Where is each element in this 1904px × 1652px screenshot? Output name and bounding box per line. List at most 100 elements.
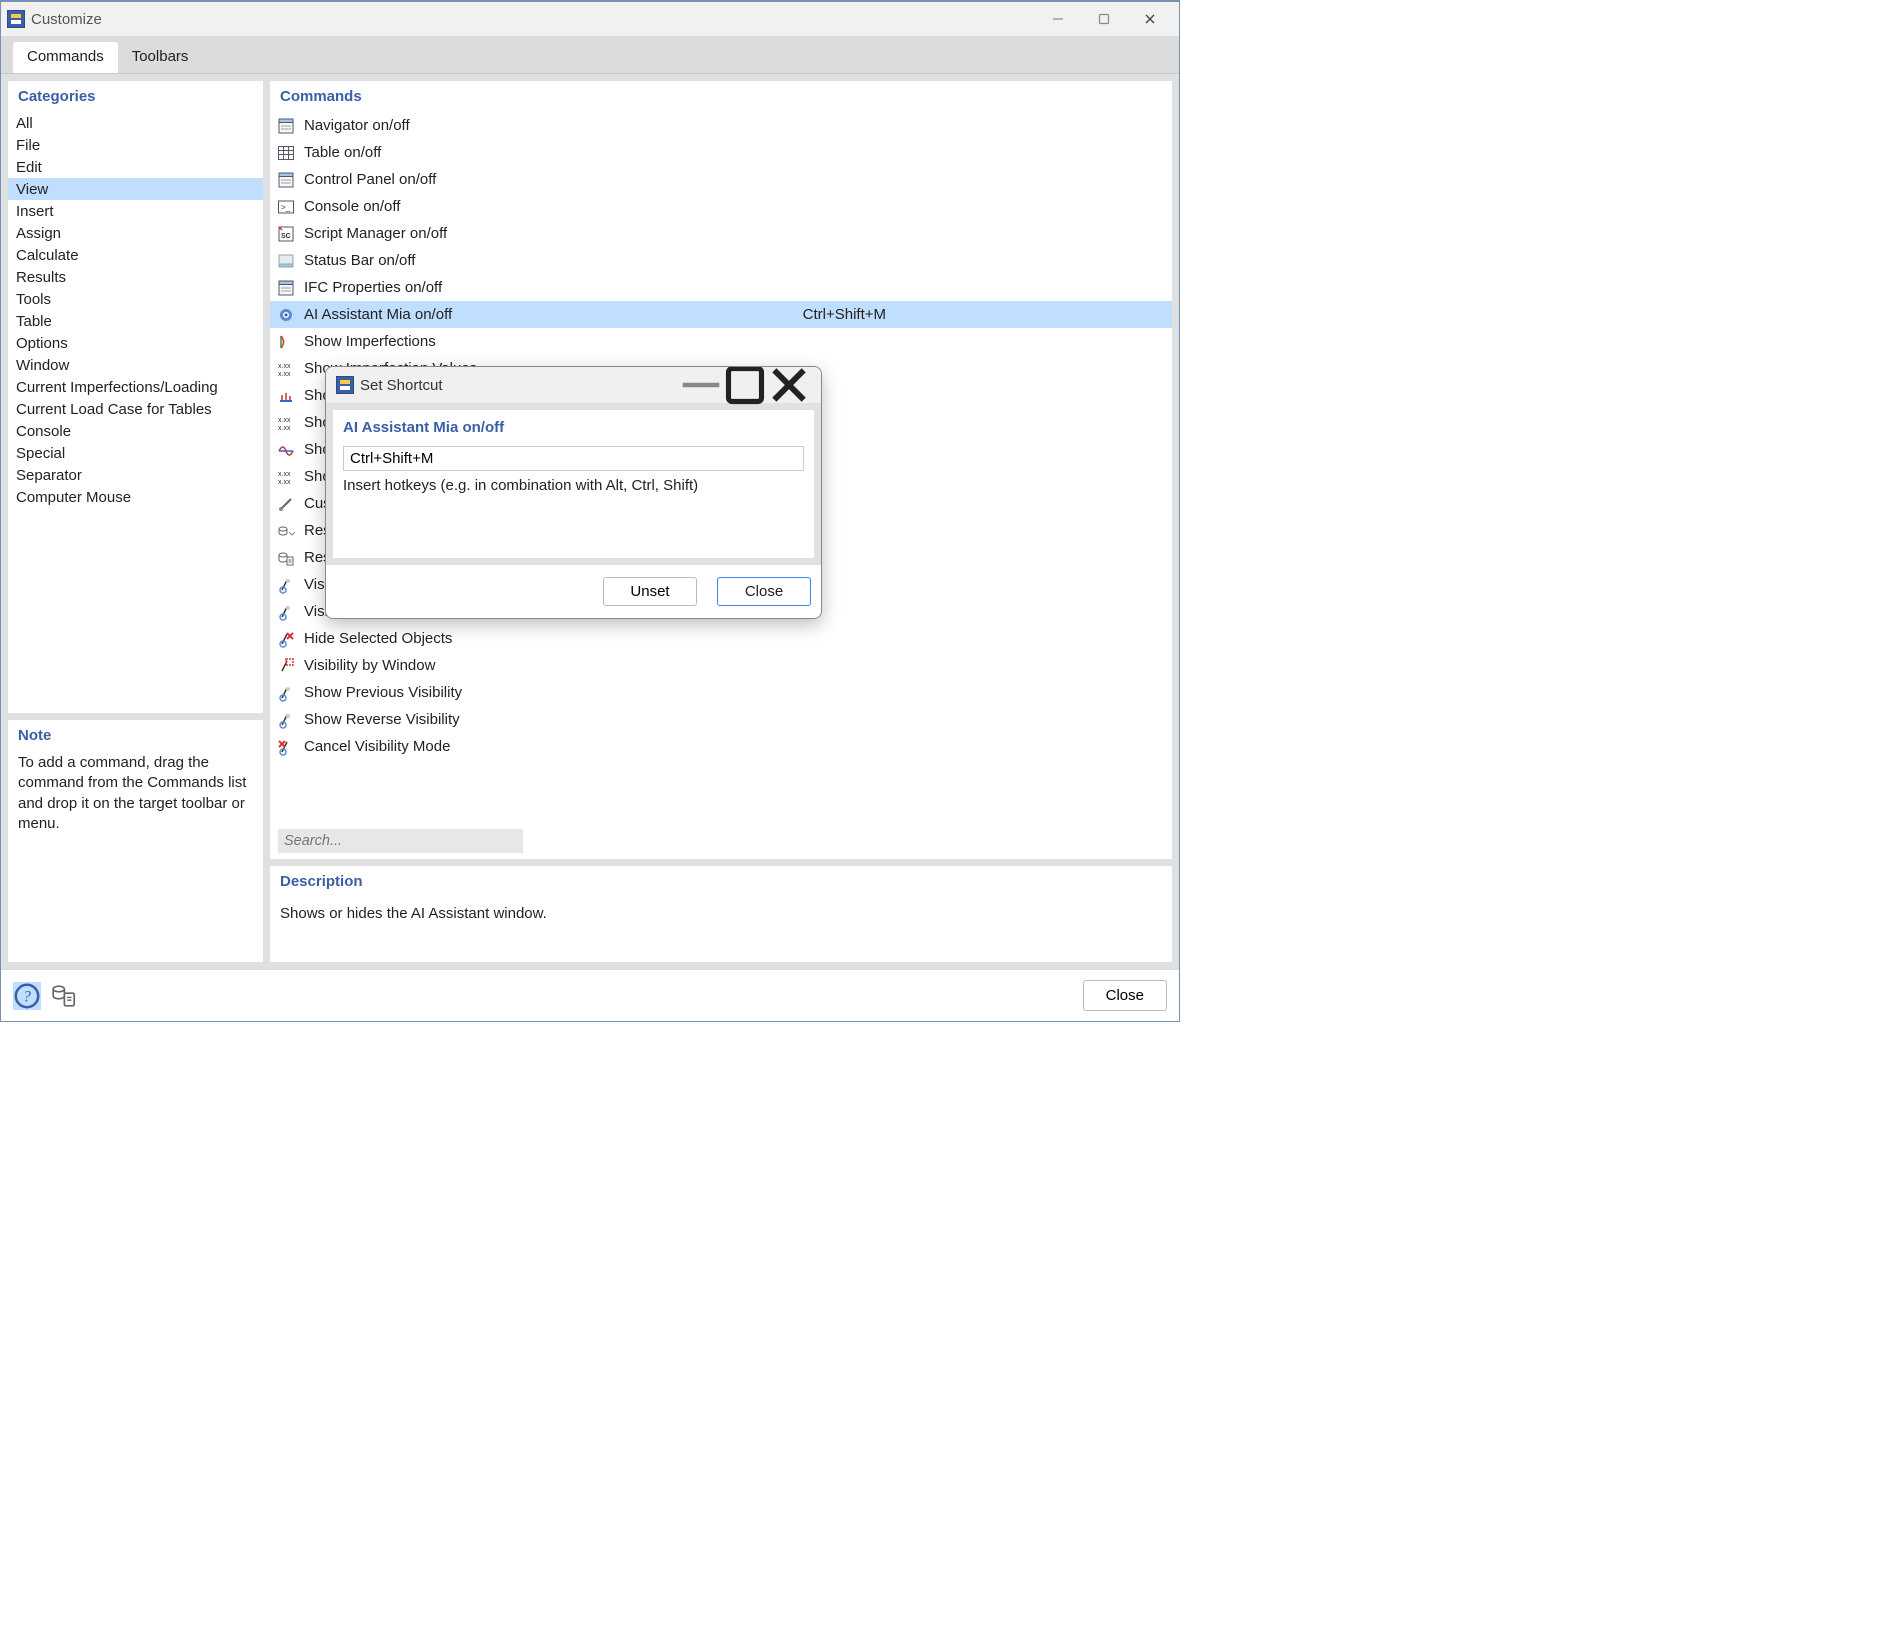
- reset-icon: [276, 521, 296, 541]
- commands-header: Commands: [270, 81, 1172, 112]
- category-item[interactable]: Special: [8, 442, 263, 464]
- category-item[interactable]: Current Imperfections/Loading: [8, 376, 263, 398]
- command-label: Cancel Visibility Mode: [304, 738, 1166, 755]
- svg-text:x.xx: x.xx: [278, 371, 291, 378]
- svg-text:x.xx: x.xx: [278, 479, 291, 486]
- hide-icon: [276, 629, 296, 649]
- command-row[interactable]: Table on/off: [270, 139, 1172, 166]
- panel-icon: [276, 170, 296, 190]
- command-row[interactable]: Show Reverse Visibility: [270, 706, 1172, 733]
- statusbar-icon: [276, 251, 296, 271]
- set-shortcut-dialog: Set Shortcut AI: [325, 366, 822, 619]
- shortcut-close-ok-button[interactable]: Close: [717, 577, 811, 606]
- results-icon: [276, 440, 296, 460]
- category-item[interactable]: Computer Mouse: [8, 486, 263, 508]
- command-row[interactable]: Hide Selected Objects: [270, 625, 1172, 652]
- restore-icon: [276, 548, 296, 568]
- category-list[interactable]: AllFileEditViewInsertAssignCalculateResu…: [8, 112, 263, 713]
- window-visibility-icon: [276, 656, 296, 676]
- description-text: Shows or hides the AI Assistant window.: [270, 897, 1172, 962]
- command-row[interactable]: Show Imperfections: [270, 328, 1172, 355]
- command-label: Script Manager on/off: [304, 225, 1166, 242]
- shortcut-maximize-button[interactable]: [723, 370, 767, 400]
- category-item[interactable]: File: [8, 134, 263, 156]
- panel-icon: [276, 278, 296, 298]
- visibility-icon: [276, 683, 296, 703]
- command-label: AI Assistant Mia on/off: [304, 306, 795, 323]
- window-title: Customize: [31, 11, 102, 28]
- category-item[interactable]: Tools: [8, 288, 263, 310]
- category-item[interactable]: Options: [8, 332, 263, 354]
- shortcut-command-name: AI Assistant Mia on/off: [343, 419, 804, 436]
- shortcut-dialog-title: Set Shortcut: [360, 377, 443, 394]
- command-row[interactable]: Status Bar on/off: [270, 247, 1172, 274]
- panel-icon: [276, 116, 296, 136]
- command-label: Console on/off: [304, 198, 1166, 215]
- category-item[interactable]: Separator: [8, 464, 263, 486]
- command-row[interactable]: Navigator on/off: [270, 112, 1172, 139]
- app-icon: [336, 376, 354, 394]
- categories-header: Categories: [8, 81, 263, 112]
- category-item[interactable]: Results: [8, 266, 263, 288]
- loading-icon: [276, 386, 296, 406]
- console-icon: >_: [276, 197, 296, 217]
- category-item[interactable]: Assign: [8, 222, 263, 244]
- command-row[interactable]: AI Assistant Mia on/off Ctrl+Shift+M: [270, 301, 1172, 328]
- command-row[interactable]: >_ Console on/off: [270, 193, 1172, 220]
- tab-bar: Commands Toolbars: [1, 36, 1179, 74]
- visibility-icon: [276, 575, 296, 595]
- command-label: IFC Properties on/off: [304, 279, 1166, 296]
- svg-text:x.xx: x.xx: [278, 425, 291, 432]
- note-header: Note: [8, 720, 263, 751]
- category-item[interactable]: Edit: [8, 156, 263, 178]
- tools-icon: [276, 494, 296, 514]
- note-text: To add a command, drag the command from …: [8, 751, 263, 844]
- command-label: Control Panel on/off: [304, 171, 1166, 188]
- copy-icon-button[interactable]: [49, 982, 77, 1010]
- visibility-icon: [276, 710, 296, 730]
- command-row[interactable]: SC Script Manager on/off: [270, 220, 1172, 247]
- command-label: Hide Selected Objects: [304, 630, 1166, 647]
- shortcut-input[interactable]: [343, 446, 804, 471]
- shortcut-close-button[interactable]: [767, 370, 811, 400]
- command-label: Show Previous Visibility: [304, 684, 1166, 701]
- svg-text:SC: SC: [281, 233, 291, 240]
- app-icon: [7, 10, 25, 28]
- category-item[interactable]: Current Load Case for Tables: [8, 398, 263, 420]
- close-button[interactable]: [1127, 4, 1173, 34]
- maximize-button[interactable]: [1081, 4, 1127, 34]
- imperfection-icon: [276, 332, 296, 352]
- description-header: Description: [270, 866, 1172, 897]
- tab-toolbars[interactable]: Toolbars: [118, 42, 203, 73]
- search-input[interactable]: [278, 829, 523, 853]
- category-item[interactable]: Table: [8, 310, 263, 332]
- tab-commands[interactable]: Commands: [13, 42, 118, 73]
- values-xxx-icon: x.xxx.xx: [276, 467, 296, 487]
- cancel-icon: [276, 737, 296, 757]
- command-label: Status Bar on/off: [304, 252, 1166, 269]
- command-row[interactable]: Show Previous Visibility: [270, 679, 1172, 706]
- visibility-icon: [276, 602, 296, 622]
- help-icon-button[interactable]: ?: [13, 982, 41, 1010]
- category-item[interactable]: All: [8, 112, 263, 134]
- shortcut-dialog-titlebar: Set Shortcut: [326, 367, 821, 403]
- values-xxx-icon: x.xxx.xx: [276, 359, 296, 379]
- svg-text:>_: >_: [281, 203, 291, 212]
- command-row[interactable]: IFC Properties on/off: [270, 274, 1172, 301]
- minimize-button[interactable]: [1035, 4, 1081, 34]
- command-row[interactable]: Control Panel on/off: [270, 166, 1172, 193]
- category-item[interactable]: Insert: [8, 200, 263, 222]
- unset-button[interactable]: Unset: [603, 577, 697, 606]
- category-item[interactable]: Console: [8, 420, 263, 442]
- command-row[interactable]: Visibility by Window: [270, 652, 1172, 679]
- category-item[interactable]: View: [8, 178, 263, 200]
- shortcut-minimize-button[interactable]: [679, 370, 723, 400]
- values-xxx-icon: x.xxx.xx: [276, 413, 296, 433]
- assistant-icon: [276, 305, 296, 325]
- category-item[interactable]: Calculate: [8, 244, 263, 266]
- script-icon: SC: [276, 224, 296, 244]
- command-row[interactable]: Cancel Visibility Mode: [270, 733, 1172, 760]
- command-shortcut: Ctrl+Shift+M: [803, 306, 1166, 323]
- close-dialog-button[interactable]: Close: [1083, 980, 1167, 1011]
- category-item[interactable]: Window: [8, 354, 263, 376]
